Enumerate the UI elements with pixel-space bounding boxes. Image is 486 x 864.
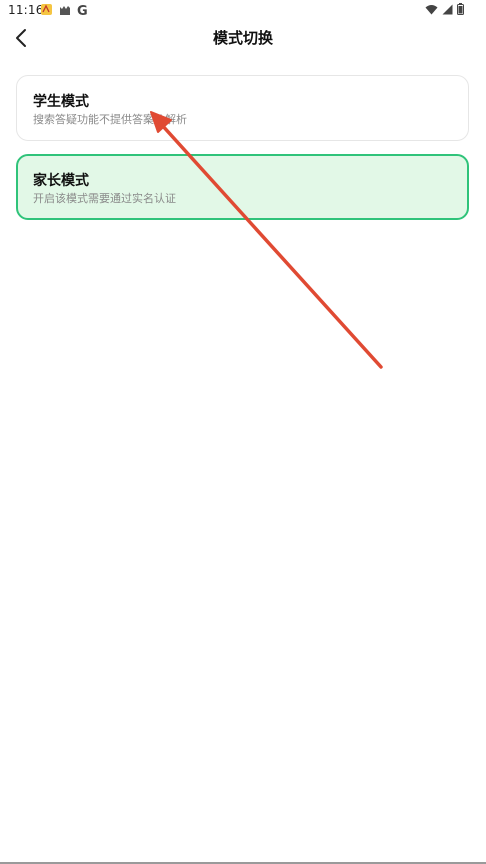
mode-description: 搜索答疑功能不提供答案及解析 bbox=[33, 113, 187, 126]
cat-icon bbox=[59, 4, 71, 19]
status-time: 11:16 bbox=[8, 3, 44, 17]
wifi-icon bbox=[425, 4, 438, 18]
mode-title: 家长模式 bbox=[33, 173, 89, 189]
page-title: 模式切换 bbox=[212, 29, 273, 47]
mode-title: 学生模式 bbox=[33, 94, 89, 110]
mode-description: 开启该模式需要通过实名认证 bbox=[33, 192, 176, 205]
mode-switch-screen: 11:16 G 模式切换 学生模式 搜索答疑功能不提供答案及解析 家长模式 开启… bbox=[0, 0, 486, 864]
status-right-icons bbox=[425, 3, 464, 18]
app-header: 模式切换 bbox=[0, 22, 486, 52]
status-bar: 11:16 G bbox=[0, 0, 486, 20]
notification-emoji-icon bbox=[40, 3, 53, 19]
parent-mode-card[interactable]: 家长模式 开启该模式需要通过实名认证 bbox=[16, 154, 469, 220]
google-g-icon: G bbox=[77, 3, 88, 19]
signal-icon bbox=[442, 4, 453, 18]
status-left-icons: G bbox=[40, 3, 88, 19]
student-mode-card[interactable]: 学生模式 搜索答疑功能不提供答案及解析 bbox=[16, 75, 469, 141]
battery-icon bbox=[457, 3, 464, 18]
